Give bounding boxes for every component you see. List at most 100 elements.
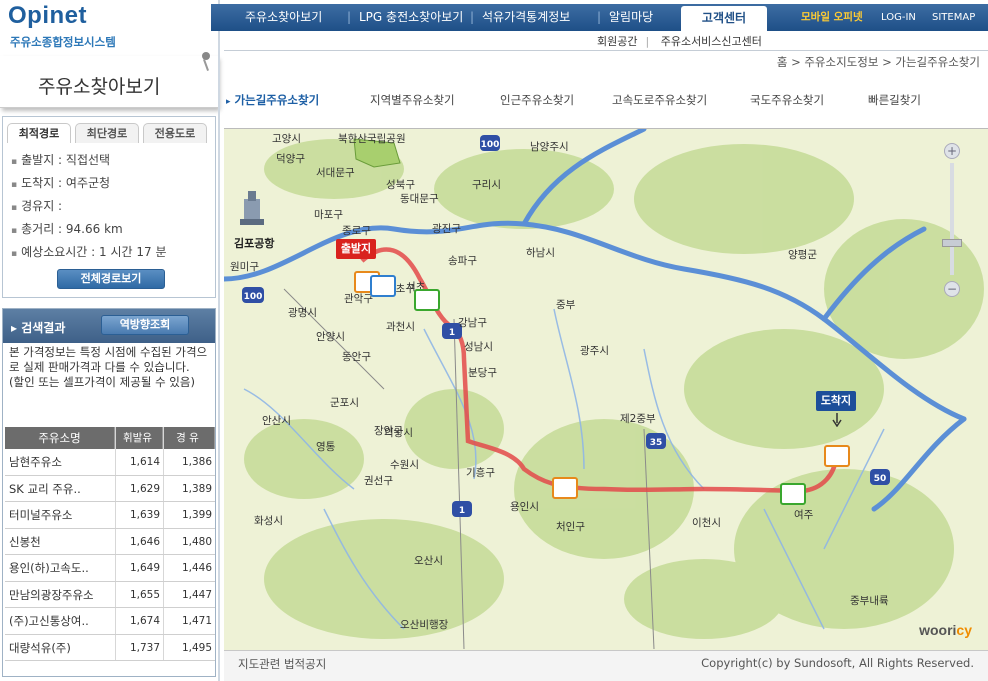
route-start: 출발지 : 직접선택: [11, 149, 167, 172]
map-place-label: 권선구: [364, 475, 393, 487]
map-place-label: 덕양구: [276, 153, 305, 165]
copyright: Copyright(c) by Sundosoft, All Rights Re…: [701, 656, 974, 670]
table-row[interactable]: 남현주유소 1,614 1,386: [5, 449, 215, 476]
airport-label[interactable]: 김포공항: [234, 235, 274, 251]
tab-nearby-search[interactable]: 인근주유소찾기: [500, 92, 574, 108]
route-distance: 총거리 : 94.66 km: [11, 218, 167, 241]
table-header: 주유소명 휘발유 경 유: [5, 427, 215, 449]
start-badge[interactable]: 출발지: [336, 239, 376, 259]
diesel-price: 1,399: [163, 502, 215, 528]
tab-fast-route[interactable]: 빠른길찾기: [868, 92, 921, 108]
map-place-label: 안산시: [262, 415, 291, 427]
station-name: (주)고신통상여..: [9, 614, 89, 628]
gasoline-price: 1,674: [115, 608, 163, 634]
breadcrumb: 홈 > 주유소지도정보 > 가는길주유소찾기: [776, 55, 980, 69]
station-marker[interactable]: [370, 275, 396, 297]
table-row[interactable]: 신봉천 1,646 1,480: [5, 528, 215, 555]
map-place-label: 남양주시: [530, 141, 569, 153]
tab-shortest-route[interactable]: 최단경로: [75, 123, 139, 143]
zoom-in-icon[interactable]: +: [944, 143, 960, 159]
station-name: 용인(하)고속도..: [9, 561, 89, 575]
search-type-tabs: 가는길주유소찾기 지역별주유소찾기 인근주유소찾기 고속도로주유소찾기 국도주유…: [224, 86, 988, 116]
table-row[interactable]: 대량석유(주) 1,737 1,495: [5, 634, 215, 661]
map-place-label: 분당구: [468, 367, 497, 379]
end-arrow-icon: [832, 413, 842, 428]
tab-national-road-search[interactable]: 국도주유소찾기: [750, 92, 824, 108]
route-via: 경유지 :: [11, 195, 167, 218]
watermark-suffix: cy: [956, 622, 972, 638]
diesel-price: 1,480: [163, 528, 215, 554]
route-end: 도착지 : 여주군청: [11, 172, 167, 195]
tab-route-search[interactable]: 가는길주유소찾기: [226, 92, 320, 108]
nav-mobile[interactable]: 모바일 오피넷: [801, 4, 863, 31]
gasoline-price: 1,614: [115, 449, 163, 475]
route-info-box: 최적경로 최단경로 전용도로 출발지 : 직접선택 도착지 : 여주군청 경유지…: [2, 116, 216, 298]
legal-notice-link[interactable]: 지도관련 법적공지: [238, 656, 326, 672]
map-place-label: 성남시: [464, 341, 493, 353]
section-title: 주유소찾아보기: [38, 76, 161, 98]
tab-express-road[interactable]: 전용도로: [143, 123, 207, 143]
col-gasoline[interactable]: 휘발유: [115, 427, 163, 449]
diesel-price: 1,495: [163, 634, 215, 660]
map-place-label: 제2중부: [620, 413, 656, 425]
map-place-label: 원미구: [230, 261, 259, 273]
map-place-label: 이천시: [692, 517, 721, 529]
nav-customer-center[interactable]: 고객센터: [681, 6, 767, 31]
sk-station-marker[interactable]: [824, 445, 850, 467]
svg-text:100: 100: [244, 292, 263, 302]
reverse-search-button[interactable]: 역방향조회: [101, 315, 189, 335]
station-name: 대량석유(주): [9, 640, 71, 655]
woori-cy-logo: wooricy: [919, 622, 972, 638]
map-view[interactable]: 100 100 1 35 1 50 고양시 덕양구 서대문구 마포구 종로구 성북구 동대문…: [224, 128, 988, 650]
zoom-slider-handle[interactable]: [942, 239, 962, 247]
map-place-label: 광명시: [288, 307, 317, 319]
map-place-label: 구리시: [472, 179, 501, 191]
results-title-text: 검색결과: [21, 321, 66, 335]
tab-optimal-route[interactable]: 최적경로: [7, 123, 71, 143]
map-place-label: 중부: [556, 299, 576, 311]
sk-station-marker[interactable]: [552, 477, 578, 499]
end-badge[interactable]: 도착지: [816, 391, 856, 411]
table-row[interactable]: 용인(하)고속도.. 1,649 1,446: [5, 555, 215, 582]
nav-login[interactable]: LOG-IN: [881, 4, 916, 31]
route-time: 예상소요시간 : 1 시간 17 분: [11, 241, 166, 264]
tab-region-search[interactable]: 지역별주유소찾기: [370, 92, 455, 108]
map-place-label: 동대문구: [400, 193, 439, 205]
svg-text:1: 1: [449, 328, 455, 338]
sub-navigation: 회원공간 | 주유소서비스신고센터: [597, 33, 770, 49]
station-marker[interactable]: [414, 289, 440, 311]
station-marker[interactable]: [780, 483, 806, 505]
nav-lpg-search[interactable]: LPG 충전소찾아보기: [347, 4, 463, 31]
table-row[interactable]: (주)고신통상여.. 1,674 1,471: [5, 608, 215, 635]
full-route-button[interactable]: 전체경로보기: [57, 269, 165, 289]
nav-sitemap[interactable]: SITEMAP: [932, 4, 975, 31]
gasoline-price: 1,649: [115, 555, 163, 581]
table-row[interactable]: 터미널주유소 1,639 1,399: [5, 502, 215, 529]
table-row[interactable]: SK 교리 주유.. 1,629 1,389: [5, 475, 215, 502]
map-place-label: 오산시: [414, 555, 443, 567]
watermark-text: woori: [919, 622, 957, 638]
opinet-logo[interactable]: Opinet: [8, 2, 87, 30]
map-place-label: 하남시: [526, 247, 555, 259]
zoom-control: + −: [934, 137, 970, 305]
nav-station-search[interactable]: 주유소찾아보기: [245, 4, 322, 31]
zoom-out-icon[interactable]: −: [944, 281, 960, 297]
gasoline-price: 1,646: [115, 528, 163, 554]
map-place-label: 북한산국립공원: [338, 133, 406, 145]
subnav-report[interactable]: 주유소서비스신고센터: [661, 35, 762, 48]
tab-highway-search[interactable]: 고속도로주유소찾기: [612, 92, 707, 108]
svg-text:35: 35: [650, 438, 663, 448]
zoom-slider-track[interactable]: [950, 163, 954, 275]
map-place-label: 여주: [794, 509, 814, 521]
table-row[interactable]: 만남의광장주유소 1,655 1,447: [5, 581, 215, 608]
nav-price-stats[interactable]: 석유가격통계정보: [470, 4, 570, 31]
map-place-label: 과천시: [386, 321, 415, 333]
nav-notice[interactable]: 알림마당: [597, 4, 653, 31]
table-body: 남현주유소 1,614 1,386 SK 교리 주유.. 1,629 1,389 터미널주유…: [5, 449, 215, 661]
map-place-label: 관악구: [344, 293, 373, 305]
subnav-member[interactable]: 회원공간: [597, 35, 637, 48]
col-diesel[interactable]: 경 유: [163, 427, 215, 449]
search-results-box: ▸ 검색결과 역방향조회 본 가격정보는 특정 시점에 수집된 가격으로 실제 …: [2, 308, 216, 677]
col-station-name[interactable]: 주유소명: [5, 427, 115, 449]
top-navigation: 주유소찾아보기 LPG 충전소찾아보기 석유가격통계정보 알림마당 고객센터 모…: [211, 4, 988, 31]
